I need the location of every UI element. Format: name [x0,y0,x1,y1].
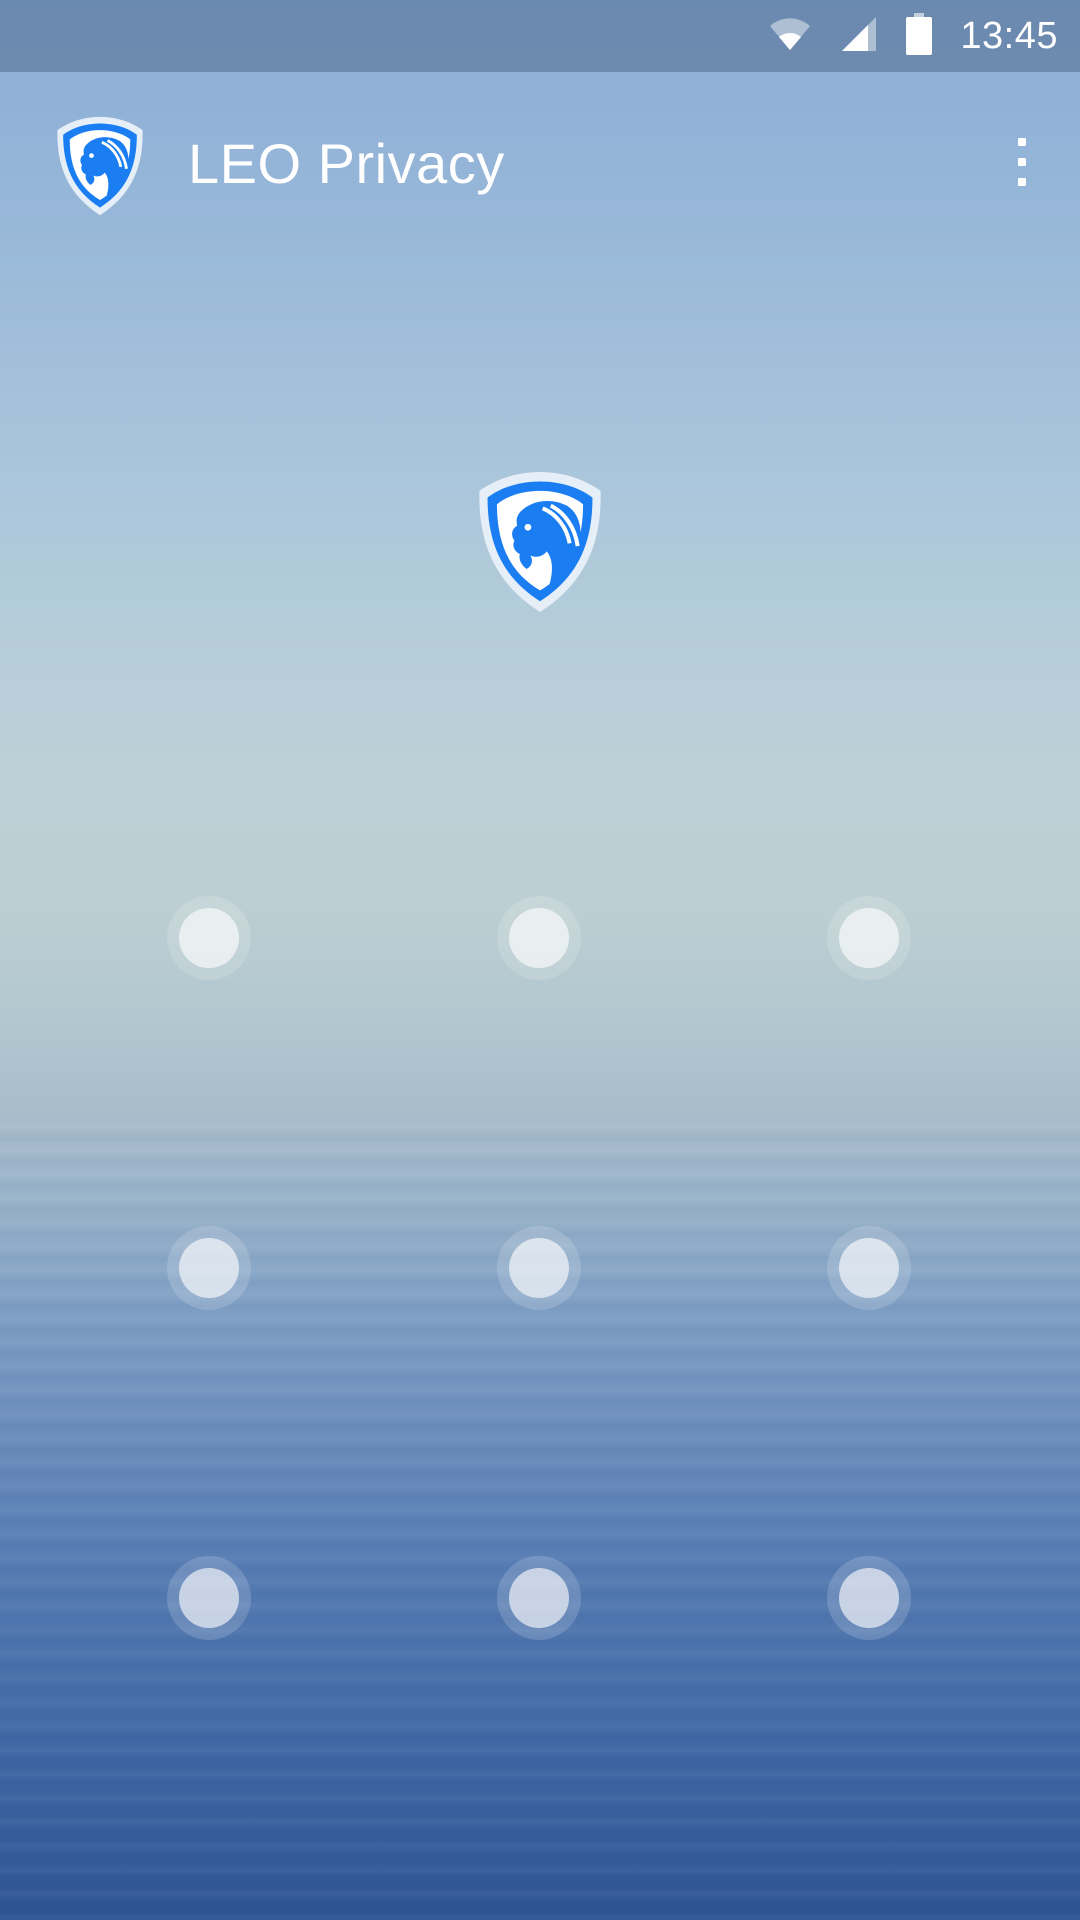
pattern-dot[interactable] [167,896,251,980]
pattern-dot[interactable] [827,896,911,980]
pattern-dot[interactable] [167,1556,251,1640]
wifi-icon [768,16,812,57]
pattern-dot[interactable] [497,896,581,980]
pattern-dot-core [179,908,239,968]
pattern-dot-core [179,1568,239,1628]
pattern-dot-core [839,908,899,968]
overflow-menu-icon-dot [1018,158,1026,166]
pattern-dot[interactable] [827,1226,911,1310]
signal-icon [840,15,878,58]
app-bar: LEO Privacy [0,72,1080,248]
pattern-dot-core [839,1568,899,1628]
pattern-dot-core [509,908,569,968]
battery-icon [906,12,933,60]
app-title: LEO Privacy [188,132,505,195]
leo-shield-icon [52,114,148,218]
pattern-dot-core [509,1238,569,1298]
pattern-dot[interactable] [167,1226,251,1310]
status-icons: 13:45 [768,0,1058,72]
status-time: 13:45 [960,14,1058,57]
pattern-dot[interactable] [827,1556,911,1640]
pattern-dot-core [839,1238,899,1298]
overflow-menu-icon [1018,138,1026,146]
status-bar: 13:45 [0,0,1080,72]
pattern-dot[interactable] [497,1556,581,1640]
pattern-dot[interactable] [497,1226,581,1310]
pattern-dot-core [179,1238,239,1298]
overflow-menu-button[interactable] [994,122,1050,202]
lock-screen: 13:45 LEO Privacy [0,0,1080,1920]
overflow-menu-icon-dot [1018,178,1026,186]
pattern-dot-core [509,1568,569,1628]
center-leo-shield-icon [472,468,608,616]
